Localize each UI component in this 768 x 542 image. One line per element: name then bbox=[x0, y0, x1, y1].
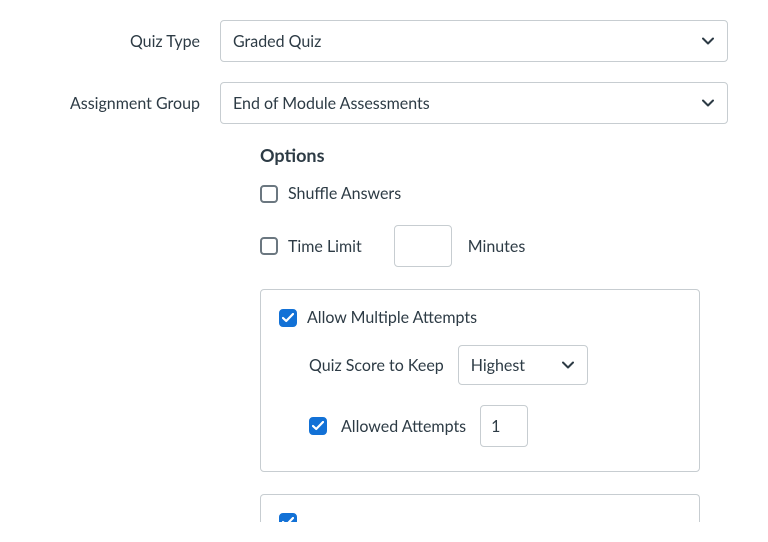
allowed-attempts-checkbox[interactable] bbox=[309, 417, 327, 435]
chevron-down-icon bbox=[701, 96, 715, 110]
let-students-see-checkbox[interactable] bbox=[279, 513, 297, 522]
shuffle-answers-row: Shuffle Answers bbox=[260, 184, 700, 203]
allow-multiple-attempts-label: Allow Multiple Attempts bbox=[307, 308, 477, 327]
options-section: Options Shuffle Answers Time Limit Minut… bbox=[220, 144, 700, 522]
time-limit-suffix: Minutes bbox=[468, 237, 526, 256]
score-to-keep-select[interactable]: Highest bbox=[458, 345, 588, 385]
shuffle-answers-checkbox[interactable] bbox=[260, 185, 278, 203]
quiz-type-select[interactable]: Graded Quiz bbox=[220, 20, 728, 62]
quiz-type-label: Quiz Type bbox=[40, 32, 220, 51]
assignment-group-value: End of Module Assessments bbox=[233, 94, 430, 113]
time-limit-row: Time Limit Minutes bbox=[260, 225, 700, 267]
quiz-type-value: Graded Quiz bbox=[233, 32, 321, 51]
time-limit-label: Time Limit bbox=[288, 237, 362, 256]
options-heading: Options bbox=[260, 144, 700, 166]
quiz-type-row: Quiz Type Graded Quiz bbox=[40, 20, 728, 62]
assignment-group-select[interactable]: End of Module Assessments bbox=[220, 82, 728, 124]
chevron-down-icon bbox=[561, 358, 575, 372]
assignment-group-row: Assignment Group End of Module Assessmen… bbox=[40, 82, 728, 124]
let-students-see-row bbox=[279, 513, 681, 522]
multiple-attempts-panel: Allow Multiple Attempts Quiz Score to Ke… bbox=[260, 289, 700, 472]
allow-multiple-attempts-checkbox[interactable] bbox=[279, 309, 297, 327]
chevron-down-icon bbox=[701, 34, 715, 48]
assignment-group-label: Assignment Group bbox=[40, 94, 220, 113]
time-limit-checkbox[interactable] bbox=[260, 237, 278, 255]
allowed-attempts-row: Allowed Attempts bbox=[309, 405, 681, 447]
let-students-see-panel bbox=[260, 494, 700, 522]
time-limit-input[interactable] bbox=[394, 225, 452, 267]
score-to-keep-row: Quiz Score to Keep Highest bbox=[309, 345, 681, 385]
allow-multiple-attempts-row: Allow Multiple Attempts bbox=[279, 308, 681, 327]
shuffle-answers-label: Shuffle Answers bbox=[288, 184, 401, 203]
allowed-attempts-input[interactable] bbox=[480, 405, 528, 447]
score-to-keep-value: Highest bbox=[471, 356, 525, 375]
allowed-attempts-label: Allowed Attempts bbox=[341, 417, 466, 436]
score-to-keep-label: Quiz Score to Keep bbox=[309, 356, 444, 375]
